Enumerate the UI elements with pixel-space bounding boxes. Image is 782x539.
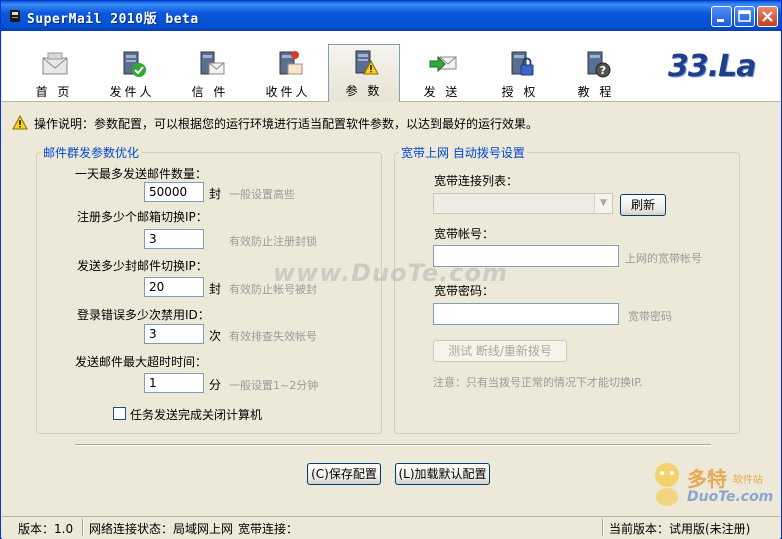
account-label: 宽带帐号： xyxy=(434,227,495,241)
main-toolbar: 首 页 发件人 信 件 收件人 参 数 发 送 授 权 ? 教 程 33.La xyxy=(2,31,780,102)
maximize-button[interactable] xyxy=(734,6,755,27)
refresh-button[interactable]: 刷新 xyxy=(620,194,666,216)
help-icon: ? xyxy=(587,51,611,78)
tab-tutorial[interactable]: ? 教 程 xyxy=(560,45,632,101)
switch-ip-mail-label: 发送多少封邮件切换IP： xyxy=(77,259,208,273)
corner-logo-sub: 软件站 xyxy=(733,475,763,486)
info-bar: 操作说明：参数配置，可以根据您的运行环境进行适当配置软件参数，以达到最好的运行效… xyxy=(2,112,780,132)
minimize-button[interactable] xyxy=(711,6,732,27)
tab-letter[interactable]: 信 件 xyxy=(174,45,246,101)
daily-max-input[interactable] xyxy=(144,182,204,202)
corner-logo: 多特 软件站 DuoTe.com xyxy=(647,459,777,515)
status-version: 版本：1.0 xyxy=(18,522,74,536)
switch-ip-mailbox-input[interactable] xyxy=(144,229,204,249)
tab-authorize[interactable]: 授 权 xyxy=(484,45,556,101)
status-divider xyxy=(82,519,84,536)
switch-ip-mail-input[interactable] xyxy=(144,277,204,297)
save-config-button[interactable]: (C)保存配置 xyxy=(307,463,381,485)
status-divider xyxy=(602,519,604,536)
close-button[interactable] xyxy=(757,6,778,27)
svg-text:?: ? xyxy=(600,64,606,77)
authorize-icon xyxy=(511,51,534,76)
separator xyxy=(75,444,711,446)
app-icon xyxy=(10,10,20,22)
account-hint: 上网的宽带帐号 xyxy=(625,252,702,265)
tab-home[interactable]: 首 页 xyxy=(18,45,90,101)
timeout-label: 发送邮件最大超时时间： xyxy=(75,355,208,369)
chevron-down-icon: ▼ xyxy=(594,194,612,213)
window-title: SuperMail 2010版 beta xyxy=(27,12,199,27)
switch-ip-mail-unit: 封 xyxy=(209,282,222,296)
status-network: 网络连接状态：局域网上网 xyxy=(89,522,234,536)
watermark-text: www.DuoTe.com xyxy=(273,259,508,287)
daily-max-hint: 一般设置高些 xyxy=(229,188,295,201)
mascot-icon xyxy=(655,463,679,506)
brand-logo: 33.La xyxy=(668,49,757,84)
timeout-unit: 分 xyxy=(209,378,222,392)
letter-icon xyxy=(200,51,225,75)
switch-ip-mailbox-label: 注册多少个邮箱切换IP： xyxy=(77,210,208,224)
status-current-version: 当前版本：试用版(未注册) xyxy=(609,522,751,536)
status-bar: 版本：1.0 网络连接状态：局域网上网 宽带连接： 当前版本：试用版(未注册) xyxy=(2,516,780,539)
shutdown-label[interactable]: 任务发送完成关闭计算机 xyxy=(130,406,262,423)
mail-settings-legend: 邮件群发参数优化 xyxy=(43,146,140,160)
status-broadband: 宽带连接： xyxy=(238,522,299,536)
login-error-hint: 有效排查失效帐号 xyxy=(229,330,317,343)
shutdown-checkbox[interactable] xyxy=(113,407,126,420)
tab-sender[interactable]: 发件人 xyxy=(96,45,168,101)
daily-max-label: 一天最多发送邮件数量： xyxy=(75,167,208,181)
connection-list-label: 宽带连接列表： xyxy=(434,174,519,188)
close-icon xyxy=(762,11,773,22)
password-input[interactable] xyxy=(433,303,619,325)
info-text: 操作说明：参数配置，可以根据您的运行环境进行适当配置软件参数，以达到最好的运行效… xyxy=(34,117,539,131)
password-hint: 宽带密码 xyxy=(628,310,672,323)
tab-recipient[interactable]: 收件人 xyxy=(252,45,324,101)
title-bar[interactable]: SuperMail 2010版 beta xyxy=(1,1,781,31)
settings-warning-icon xyxy=(355,50,379,75)
dial-note: 注意：只有当拨号正常的情况下才能切换IP. xyxy=(433,376,643,389)
minimize-icon xyxy=(717,19,724,22)
switch-ip-mailbox-hint: 有效防止注册封锁 xyxy=(229,235,317,248)
timeout-hint: 一般设置1~2分钟 xyxy=(229,379,319,392)
maximize-icon xyxy=(738,10,751,22)
recipient-icon xyxy=(279,51,303,75)
app-window: SuperMail 2010版 beta 首 页 发件人 信 件 收件人 参 数… xyxy=(0,0,782,539)
sender-icon xyxy=(123,51,146,77)
test-dial-button[interactable]: 测试 断线/重新拨号 xyxy=(433,340,567,362)
login-error-unit: 次 xyxy=(209,329,222,343)
home-mail-icon xyxy=(42,52,68,75)
connection-list-select[interactable]: ▼ xyxy=(433,193,613,214)
tab-settings[interactable]: 参 数 xyxy=(328,44,400,102)
corner-logo-brand: 多特 xyxy=(687,467,727,491)
tab-send[interactable]: 发 送 xyxy=(406,45,478,101)
daily-max-unit: 封 xyxy=(209,187,222,201)
login-error-label: 登录错误多少次禁用ID： xyxy=(77,308,210,322)
send-icon xyxy=(429,55,457,73)
login-error-input[interactable] xyxy=(144,324,204,344)
load-default-button[interactable]: (L)加载默认配置 xyxy=(395,463,490,485)
corner-logo-domain: DuoTe.com xyxy=(687,489,774,505)
warning-icon xyxy=(12,115,28,130)
broadband-legend: 宽带上网 自动拨号设置 xyxy=(401,146,525,160)
timeout-input[interactable] xyxy=(144,373,204,393)
